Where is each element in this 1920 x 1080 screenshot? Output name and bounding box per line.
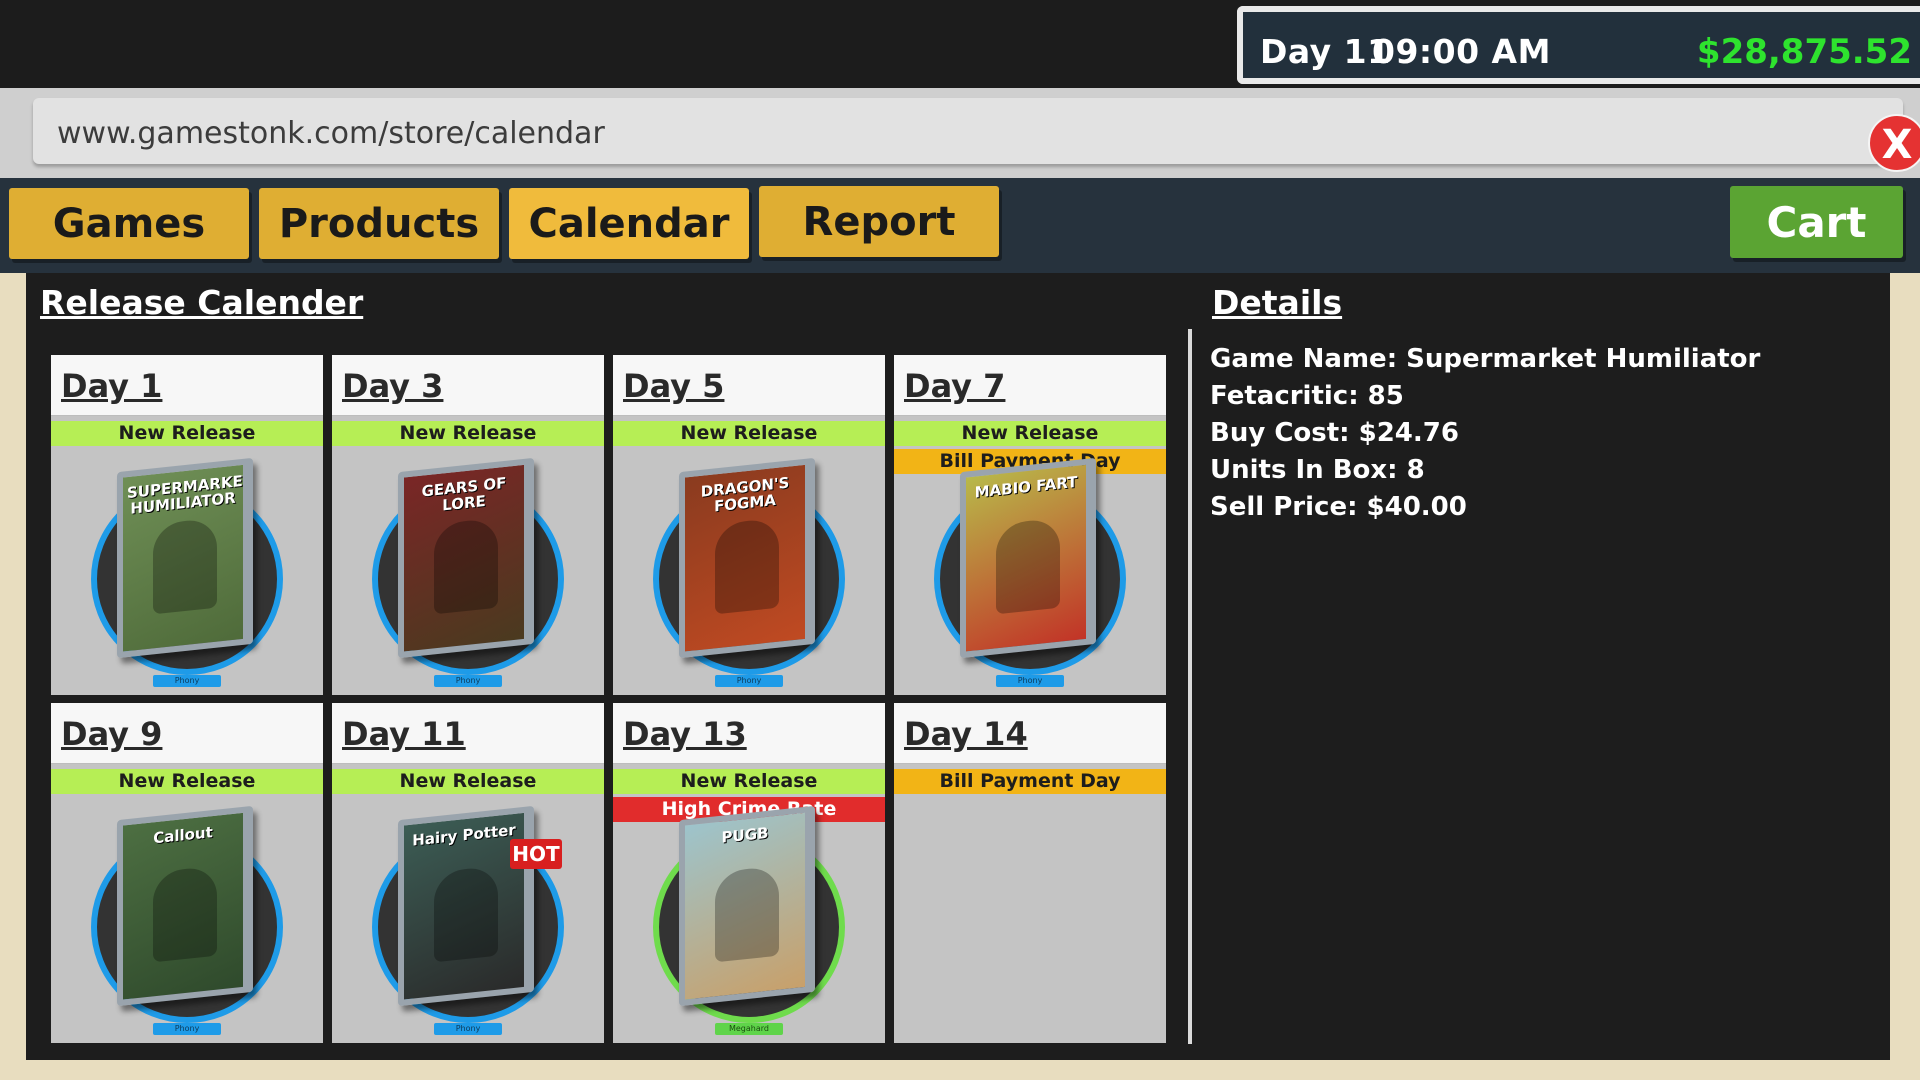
card-header: Day 14 [894, 703, 1166, 764]
game-box-art[interactable]: SUPERMARKET HUMILIATOR [117, 457, 253, 659]
tab-products[interactable]: Products [259, 188, 499, 259]
detail-game-name: Game Name: Supermarket Humiliator [1210, 344, 1761, 374]
calendar-day-card[interactable]: Day 1 New Release SUPERMARKET HUMILIATOR Ph… [51, 355, 323, 695]
current-time: 09:00 AM [1372, 32, 1551, 71]
box-art-figure [153, 865, 217, 963]
nav-bar: Games Products Calendar Report Cart [0, 178, 1920, 273]
top-bar: Day 11 09:00 AM $28,875.52 [0, 0, 1920, 88]
platform-label: Megahard [715, 1023, 783, 1035]
box-art-figure [996, 517, 1060, 615]
detail-units-in-box: Units In Box: 8 [1210, 455, 1425, 485]
card-header: Day 11 [332, 703, 604, 764]
url-text: www.gamestonk.com/store/calendar [57, 116, 605, 151]
event-tag: New Release [332, 769, 604, 794]
box-art-title: Callout [153, 823, 213, 848]
calendar-day-card[interactable]: Day 3 New Release GEARS OF LORE Phony [332, 355, 604, 695]
day-label: Day 14 [904, 715, 1028, 753]
platform-label: Phony [153, 1023, 221, 1035]
day-label: Day 3 [342, 367, 444, 405]
day-label: Day 11 [342, 715, 466, 753]
day-label: Day 13 [623, 715, 747, 753]
box-art-title: GEARS OF LORE [421, 473, 507, 515]
box-art-title: DRAGON'S FOGMA [700, 473, 790, 516]
card-header: Day 3 [332, 355, 604, 416]
tab-games[interactable]: Games [9, 188, 249, 259]
tab-calendar[interactable]: Calendar [509, 188, 749, 259]
hot-badge: HOT [510, 839, 562, 869]
game-box-art[interactable]: MABIO FART [960, 457, 1096, 659]
detail-fetacritic: Fetacritic: 85 [1210, 381, 1404, 411]
platform-label: Phony [715, 675, 783, 687]
box-art-title: SUPERMARKET HUMILIATOR [127, 470, 253, 518]
calendar-day-card[interactable]: Day 7 New Release Bill Payment Day MABIO FA… [894, 355, 1166, 695]
platform-label: Phony [434, 1023, 502, 1035]
box-art-figure [153, 517, 217, 615]
event-tag: New Release [613, 421, 885, 446]
detail-sell-price: Sell Price: $40.00 [1210, 492, 1467, 522]
day-label: Day 7 [904, 367, 1006, 405]
day-label: Day 9 [61, 715, 163, 753]
calendar-day-card[interactable]: Day 9 New Release Callout Phony [51, 703, 323, 1043]
close-button[interactable]: X [1868, 114, 1920, 172]
box-art-figure [434, 517, 498, 615]
event-tag: New Release [51, 421, 323, 446]
card-header: Day 7 [894, 355, 1166, 416]
calendar-day-card[interactable]: Day 13 New Release High Crime Rate PUGB Mega… [613, 703, 885, 1043]
box-art-figure [434, 865, 498, 963]
event-tag: Bill Payment Day [894, 769, 1166, 794]
current-day: Day 11 [1260, 32, 1391, 71]
game-box-art[interactable]: Hairy Potter [398, 805, 534, 1007]
browser-bar: www.gamestonk.com/store/calendar X [0, 88, 1920, 178]
cart-button[interactable]: Cart [1730, 186, 1903, 258]
box-art-title: Hairy Potter [412, 820, 516, 850]
day-label: Day 5 [623, 367, 725, 405]
calendar-title: Release Calender [40, 283, 364, 322]
game-box-art[interactable]: GEARS OF LORE [398, 457, 534, 659]
card-header: Day 5 [613, 355, 885, 416]
details-list: Game Name: Supermarket Humiliator Fetacr… [1210, 341, 1760, 526]
money-balance: $28,875.52 [1696, 32, 1912, 72]
platform-label: Phony [434, 675, 502, 687]
main-frame: Release Calender Details Day 1 New Releas… [0, 273, 1920, 1080]
event-tag: New Release [613, 769, 885, 794]
card-header: Day 13 [613, 703, 885, 764]
scrollbar[interactable] [1188, 329, 1192, 1044]
platform-label: Phony [996, 675, 1064, 687]
card-header: Day 1 [51, 355, 323, 416]
url-field[interactable]: www.gamestonk.com/store/calendar X [33, 98, 1920, 172]
box-art-figure [715, 517, 779, 615]
calendar-day-card[interactable]: Day 5 New Release DRAGON'S FOGMA Phony [613, 355, 885, 695]
box-art-title: MABIO FART [974, 472, 1078, 502]
status-panel: Day 11 09:00 AM $28,875.52 [1237, 6, 1920, 84]
details-title: Details [1212, 283, 1343, 322]
event-tag: New Release [51, 769, 323, 794]
platform-label: Phony [153, 675, 221, 687]
card-header: Day 9 [51, 703, 323, 764]
game-box-art[interactable]: PUGB [679, 805, 815, 1007]
calendar-day-card[interactable]: Day 14 Bill Payment Day [894, 703, 1166, 1043]
game-box-art[interactable]: DRAGON'S FOGMA [679, 457, 815, 659]
event-tag: New Release [894, 421, 1166, 446]
tab-report[interactable]: Report [759, 186, 999, 257]
box-art-figure [715, 865, 779, 963]
calendar-day-card[interactable]: Day 11 New Release Hairy Potter Phony HOT [332, 703, 604, 1043]
box-art-title: PUGB [721, 823, 769, 847]
content-panel: Release Calender Details Day 1 New Releas… [26, 273, 1890, 1060]
event-tag: New Release [332, 421, 604, 446]
day-label: Day 1 [61, 367, 163, 405]
game-box-art[interactable]: Callout [117, 805, 253, 1007]
detail-buy-cost: Buy Cost: $24.76 [1210, 418, 1459, 448]
